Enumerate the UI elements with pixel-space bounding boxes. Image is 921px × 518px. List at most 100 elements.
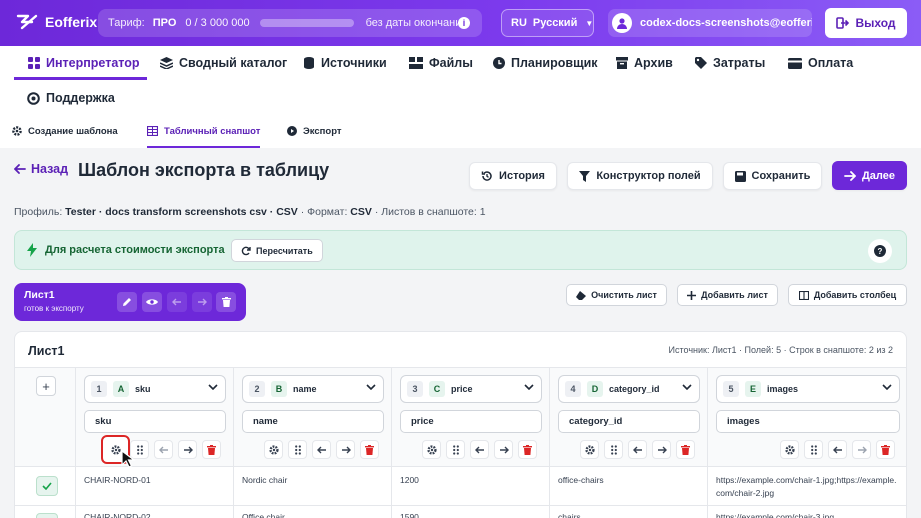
- move-column-right-button[interactable]: [652, 440, 671, 459]
- arrow-left-icon: [316, 446, 327, 454]
- table-cell: office-chairs: [558, 475, 604, 485]
- column-field-select[interactable]: 4 Dcategory_id: [558, 375, 700, 403]
- cost-banner: Для расчета стоимости экспорта Пересчита…: [14, 230, 907, 270]
- column-settings-button[interactable]: [264, 440, 283, 459]
- column-drag-handle[interactable]: [804, 440, 823, 459]
- arrow-right-icon: [197, 298, 207, 306]
- tab-summary-catalog[interactable]: Сводный каталог: [160, 46, 287, 80]
- subtab-label: Табличный снапшот: [164, 125, 261, 137]
- row-select-checkbox[interactable]: [36, 476, 58, 496]
- column-header-input[interactable]: price: [400, 410, 542, 433]
- history-icon: [481, 170, 493, 182]
- column-drag-handle[interactable]: [604, 440, 623, 459]
- banner-text: Для расчета стоимости экспорта: [45, 244, 225, 256]
- move-column-left-button[interactable]: [828, 440, 847, 459]
- help-button[interactable]: ?: [868, 239, 892, 263]
- add-row-button[interactable]: +: [36, 376, 56, 396]
- column-header-input[interactable]: images: [716, 410, 900, 433]
- column-divider: [391, 367, 392, 518]
- move-column-right-button[interactable]: [494, 440, 513, 459]
- tab-interpreter[interactable]: Интерпретатор: [14, 46, 147, 80]
- subtab-table-snapshot[interactable]: Табличный снапшот: [147, 120, 261, 148]
- tab-payment[interactable]: Оплата: [788, 46, 853, 80]
- save-button[interactable]: Сохранить: [723, 162, 822, 190]
- move-sheet-right-button[interactable]: [192, 292, 212, 312]
- help-icon: ?: [874, 245, 886, 257]
- preview-sheet-button[interactable]: [142, 292, 162, 312]
- column-letter: A: [113, 381, 129, 397]
- move-column-left-button[interactable]: [154, 440, 173, 459]
- tab-files[interactable]: Файлы: [409, 46, 473, 80]
- column-field-select[interactable]: 2 Bname: [242, 375, 384, 403]
- column-settings-button[interactable]: [422, 440, 441, 459]
- field-builder-button[interactable]: Конструктор полей: [567, 162, 713, 190]
- drag-handle-icon: [610, 444, 617, 455]
- move-column-left-button[interactable]: [470, 440, 489, 459]
- back-button[interactable]: Назад: [14, 162, 68, 176]
- tab-label: Поддержка: [46, 91, 115, 105]
- move-column-right-button[interactable]: [336, 440, 355, 459]
- arrow-right-icon: [857, 446, 867, 454]
- logout-button[interactable]: Выход: [825, 8, 907, 38]
- sheet-chip[interactable]: Лист1 готов к экспорту: [14, 283, 246, 321]
- tab-label: Затраты: [713, 56, 766, 70]
- column-field-select[interactable]: 1 Asku: [84, 375, 226, 403]
- column-header-input[interactable]: category_id: [558, 410, 700, 433]
- delete-column-button[interactable]: [518, 440, 537, 459]
- column-number: 4: [565, 381, 581, 397]
- move-column-right-button[interactable]: [852, 440, 871, 459]
- edit-sheet-button[interactable]: [117, 292, 137, 312]
- delete-column-button[interactable]: [202, 440, 221, 459]
- logout-label: Выход: [855, 16, 896, 30]
- delete-column-button[interactable]: [360, 440, 379, 459]
- arrow-right-icon: [499, 446, 509, 454]
- tab-sources[interactable]: Источники: [303, 46, 387, 80]
- arrow-right-icon: [183, 446, 193, 454]
- move-column-left-button[interactable]: [312, 440, 331, 459]
- column-settings-button[interactable]: [580, 440, 599, 459]
- move-column-left-button[interactable]: [628, 440, 647, 459]
- tab-support[interactable]: Поддержка: [27, 81, 115, 115]
- tab-label: Источники: [321, 56, 387, 70]
- drag-handle-icon: [452, 444, 459, 455]
- language-selector[interactable]: RU Русский ▼: [501, 9, 594, 37]
- subtab-template-creation[interactable]: Создание шаблона: [12, 120, 118, 142]
- user-menu[interactable]: codex-docs-screenshots@eofferi...: [608, 9, 812, 37]
- info-icon[interactable]: i: [458, 17, 470, 29]
- add-sheet-button[interactable]: Добавить лист: [677, 284, 778, 306]
- table-cell: chairs: [558, 512, 581, 518]
- avatar: [612, 13, 632, 33]
- delete-sheet-button[interactable]: [216, 292, 236, 312]
- filter-icon: [579, 170, 591, 182]
- user-email: codex-docs-screenshots@eofferi...: [640, 17, 812, 29]
- arrow-right-icon: [657, 446, 667, 454]
- move-column-right-button[interactable]: [178, 440, 197, 459]
- column-drag-handle[interactable]: [288, 440, 307, 459]
- tab-label: Интерпретатор: [46, 56, 140, 70]
- arrow-left-icon: [14, 164, 26, 174]
- column-field-select[interactable]: 3 Cprice: [400, 375, 542, 403]
- column-field-name: images: [767, 384, 799, 394]
- tab-scheduler[interactable]: Планировщик: [493, 46, 598, 80]
- tab-costs[interactable]: Затраты: [695, 46, 765, 80]
- table-cell: https://example.com/chair-1.jpg;https://…: [716, 475, 897, 498]
- database-icon: [303, 57, 315, 69]
- row-select-checkbox[interactable]: [36, 513, 58, 518]
- add-column-button[interactable]: Добавить столбец: [788, 284, 907, 306]
- move-sheet-left-button[interactable]: [167, 292, 187, 312]
- tab-label: Оплата: [808, 56, 854, 70]
- column-settings-button[interactable]: [780, 440, 799, 459]
- tab-archive[interactable]: Архив: [616, 46, 673, 80]
- column-header-input[interactable]: sku: [84, 410, 226, 433]
- next-button[interactable]: Далее: [832, 161, 907, 190]
- subtab-export[interactable]: Экспорт: [287, 120, 342, 142]
- history-button[interactable]: История: [469, 162, 557, 190]
- delete-column-button[interactable]: [876, 440, 895, 459]
- recalculate-button[interactable]: Пересчитать: [231, 239, 323, 262]
- delete-column-button[interactable]: [676, 440, 695, 459]
- clear-sheet-button[interactable]: Очистить лист: [566, 284, 667, 306]
- column-drag-handle[interactable]: [446, 440, 465, 459]
- logo[interactable]: Eofferix: [16, 13, 97, 31]
- column-header-input[interactable]: name: [242, 410, 384, 433]
- column-field-select[interactable]: 5 Eimages: [716, 375, 900, 403]
